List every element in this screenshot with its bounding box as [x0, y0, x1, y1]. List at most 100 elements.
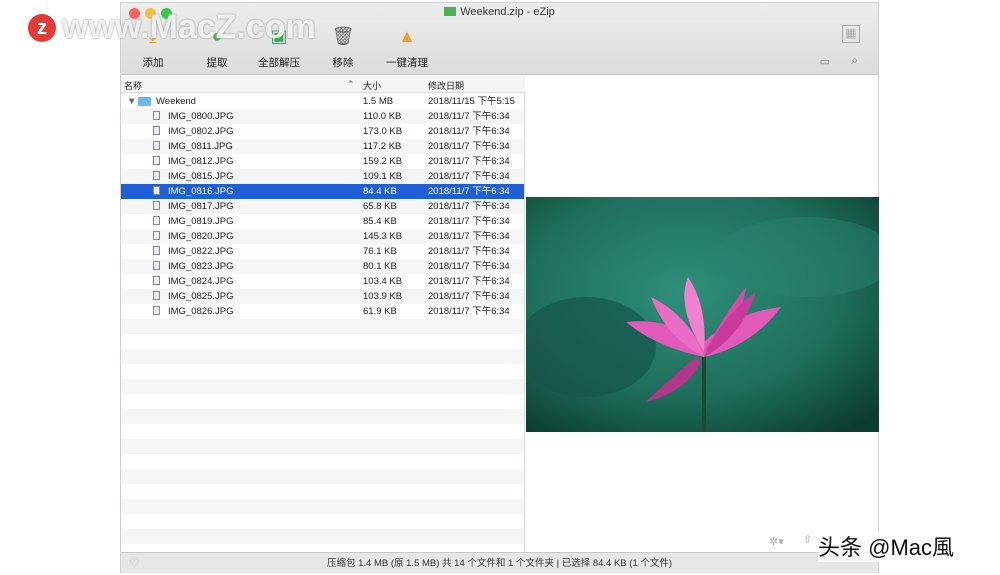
- watermark-logo: z: [28, 14, 56, 42]
- column-header: 名称 ⌃ 大小 修改日期: [121, 76, 525, 93]
- extract-all-label: 全部解压: [258, 57, 300, 69]
- file-size: 76.1 KB: [363, 246, 397, 257]
- status-bar: ♡ 压缩包 1.4 MB (原 1.5 MB) 共 14 个文件和 1 个文件夹…: [121, 552, 878, 573]
- table-row[interactable]: IMG_0822.JPG 76.1 KB 2018/11/7 下午6:34: [121, 244, 524, 259]
- heart-icon[interactable]: ♡: [129, 553, 140, 574]
- empty-row: [121, 334, 524, 349]
- file-name: IMG_0817.JPG: [168, 201, 234, 212]
- grid-view-icon[interactable]: ▦: [842, 25, 860, 43]
- file-size: 1.5 MB: [363, 96, 394, 107]
- table-row[interactable]: IMG_0811.JPG 117.2 KB 2018/11/7 下午6:34: [121, 139, 524, 154]
- file-date: 2018/11/7 下午6:34: [428, 171, 510, 182]
- table-row[interactable]: IMG_0824.JPG 103.4 KB 2018/11/7 下午6:34: [121, 274, 524, 289]
- empty-row: [121, 394, 524, 409]
- table-row[interactable]: IMG_0817.JPG 65.8 KB 2018/11/7 下午6:34: [121, 199, 524, 214]
- image-file-icon: [153, 276, 160, 285]
- file-name: IMG_0825.JPG: [168, 291, 234, 302]
- file-date: 2018/11/7 下午6:34: [428, 216, 510, 227]
- image-preview-icon[interactable]: ▭: [820, 55, 830, 68]
- column-date[interactable]: 修改日期: [428, 79, 464, 92]
- status-text: 压缩包 1.4 MB (原 1.5 MB) 共 14 个文件和 1 个文件夹 |…: [326, 558, 673, 569]
- file-date: 2018/11/7 下午6:34: [428, 291, 510, 302]
- table-row[interactable]: IMG_0819.JPG 85.4 KB 2018/11/7 下午6:34: [121, 214, 524, 229]
- file-name: IMG_0819.JPG: [168, 216, 234, 227]
- file-size: 61.9 KB: [363, 306, 397, 317]
- column-size[interactable]: 大小: [363, 79, 381, 92]
- image-file-icon: [153, 156, 160, 165]
- share-icon[interactable]: ⇧: [803, 533, 812, 546]
- file-name: IMG_0822.JPG: [168, 246, 234, 257]
- table-row[interactable]: IMG_0812.JPG 159.2 KB 2018/11/7 下午6:34: [121, 154, 524, 169]
- empty-row: [121, 499, 524, 514]
- file-name: IMG_0816.JPG: [168, 186, 234, 197]
- empty-row: [121, 349, 524, 364]
- file-date: 2018/11/7 下午6:34: [428, 141, 510, 152]
- empty-row: [121, 364, 524, 379]
- watermark-top-text: www.MacZ.com: [62, 8, 316, 46]
- file-date: 2018/11/7 下午6:34: [428, 261, 510, 272]
- file-list[interactable]: ▼ Weekend 1.5 MB 2018/11/15 下午5:15 IMG_0800.…: [121, 94, 525, 554]
- image-file-icon: [153, 141, 160, 150]
- zip-icon: [444, 7, 457, 16]
- empty-row: [121, 409, 524, 424]
- image-file-icon: [153, 231, 160, 240]
- image-file-icon: [153, 126, 160, 135]
- search-icon[interactable]: ⌕: [851, 53, 858, 68]
- table-row[interactable]: IMG_0823.JPG 80.1 KB 2018/11/7 下午6:34: [121, 259, 524, 274]
- table-row[interactable]: IMG_0802.JPG 173.0 KB 2018/11/7 下午6:34: [121, 124, 524, 139]
- title-text: Weekend.zip - eZip: [460, 6, 555, 18]
- file-date: 2018/11/7 下午6:34: [428, 186, 510, 197]
- clean-button[interactable]: ▲ 一键清理: [377, 23, 437, 70]
- remove-button[interactable]: 🗑 移除: [313, 23, 373, 70]
- file-size: 84.4 KB: [363, 186, 397, 197]
- file-size: 159.2 KB: [363, 156, 403, 167]
- table-row[interactable]: IMG_0826.JPG 61.9 KB 2018/11/7 下午6:34: [121, 304, 524, 319]
- empty-row: [121, 454, 524, 469]
- file-date: 2018/11/7 下午6:34: [428, 201, 510, 212]
- broom-icon: ▲: [398, 26, 416, 46]
- image-preview: [526, 197, 879, 432]
- file-size: 103.9 KB: [363, 291, 403, 302]
- table-row[interactable]: IMG_0800.JPG 110.0 KB 2018/11/7 下午6:34: [121, 109, 524, 124]
- image-file-icon: [153, 306, 160, 315]
- file-date: 2018/11/7 下午6:34: [428, 246, 510, 257]
- image-file-icon: [153, 291, 160, 300]
- folder-icon: [138, 97, 151, 106]
- file-name: IMG_0820.JPG: [168, 231, 234, 242]
- file-size: 103.4 KB: [363, 276, 403, 287]
- file-name: IMG_0802.JPG: [168, 126, 234, 137]
- table-row[interactable]: IMG_0820.JPG 145.3 KB 2018/11/7 下午6:34: [121, 229, 524, 244]
- settings-gear-icon[interactable]: ✲▾: [769, 535, 784, 548]
- column-name[interactable]: 名称: [124, 79, 142, 92]
- image-file-icon: [153, 246, 160, 255]
- file-name: IMG_0815.JPG: [168, 171, 234, 182]
- remove-label: 移除: [332, 57, 354, 69]
- file-date: 2018/11/7 下午6:34: [428, 306, 510, 317]
- file-name: IMG_0823.JPG: [168, 261, 234, 272]
- image-file-icon: [153, 216, 160, 225]
- file-name: IMG_0812.JPG: [168, 156, 234, 167]
- file-name: Weekend: [156, 96, 196, 107]
- file-name: IMG_0811.JPG: [168, 141, 233, 152]
- add-label: 添加: [142, 57, 164, 69]
- image-file-icon: [153, 111, 160, 120]
- file-size: 145.3 KB: [363, 231, 403, 242]
- empty-row: [121, 319, 524, 334]
- file-size: 173.0 KB: [363, 126, 403, 137]
- file-size: 85.4 KB: [363, 216, 397, 227]
- file-name: IMG_0824.JPG: [168, 276, 234, 287]
- table-row[interactable]: IMG_0816.JPG 84.4 KB 2018/11/7 下午6:34: [121, 184, 524, 199]
- empty-row: [121, 424, 524, 439]
- file-date: 2018/11/7 下午6:34: [428, 276, 510, 287]
- sort-ascending-icon[interactable]: ⌃: [347, 79, 355, 90]
- table-row[interactable]: IMG_0825.JPG 103.9 KB 2018/11/7 下午6:34: [121, 289, 524, 304]
- file-size: 117.2 KB: [363, 141, 402, 152]
- file-name: IMG_0826.JPG: [168, 306, 234, 317]
- table-row[interactable]: IMG_0815.JPG 109.1 KB 2018/11/7 下午6:34: [121, 169, 524, 184]
- trash-icon: 🗑: [331, 26, 355, 46]
- empty-row: [121, 379, 524, 394]
- disclosure-triangle-icon[interactable]: ▼: [127, 94, 136, 109]
- empty-row: [121, 514, 524, 529]
- folder-row[interactable]: ▼ Weekend 1.5 MB 2018/11/15 下午5:15: [121, 94, 524, 109]
- app-window: Weekend.zip - eZip ⤓ 添加 ● 提取 ▣ 全部解压 🗑 移除 ▲ 一键…: [120, 2, 879, 573]
